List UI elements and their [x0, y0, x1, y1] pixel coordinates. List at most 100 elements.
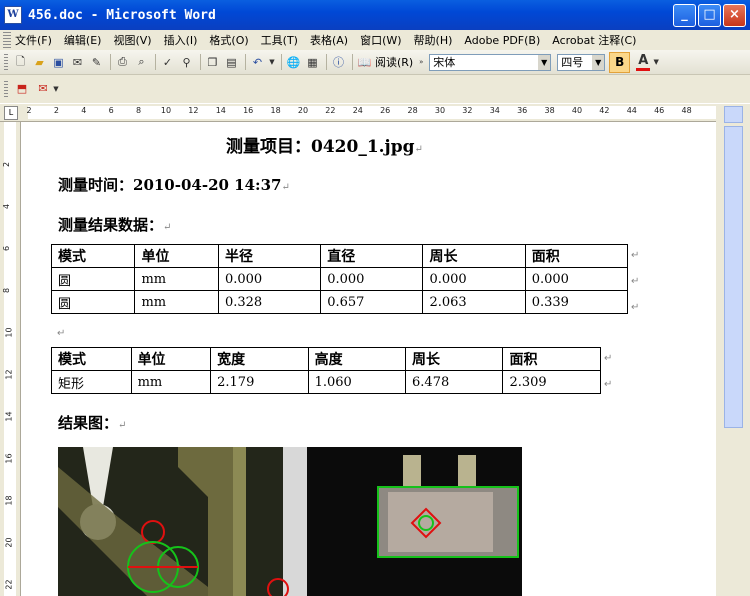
read-mode-icon[interactable]: 📖	[356, 54, 373, 71]
menu-grip-icon[interactable]	[3, 32, 11, 48]
font-size-select[interactable]: 四号 ▼	[557, 53, 606, 71]
chevron-down-icon[interactable]: ▼	[592, 54, 605, 70]
menu-tools[interactable]: 工具(T)	[261, 32, 298, 48]
vertical-scrollbar[interactable]	[716, 104, 750, 596]
menu-table[interactable]: 表格(A)	[310, 32, 348, 48]
word-app-icon[interactable]: W	[4, 6, 22, 24]
undo-icon[interactable]: ↶	[249, 54, 266, 71]
table-cell[interactable]: mm	[134, 267, 219, 291]
open-folder-icon[interactable]: ▰	[31, 54, 48, 71]
close-button[interactable]: ×	[723, 4, 746, 27]
convert-to-pdf-icon[interactable]: ⬒	[13, 80, 31, 98]
ruler-tick-label: 48	[681, 106, 692, 115]
menu-adobe-pdf[interactable]: Adobe PDF(B)	[464, 34, 540, 47]
ruler-tick-label: 20	[4, 537, 14, 548]
results-table-rectangle[interactable]: 模式 单位 宽度 高度 周长 面积 矩形 mm 2.179 1.060 6.47…	[51, 347, 601, 394]
menu-window[interactable]: 窗口(W)	[360, 32, 401, 48]
measure-time-line[interactable]: 测量时间：2010-04-20 14:37↵	[58, 174, 290, 195]
menu-insert[interactable]: 插入(I)	[164, 32, 198, 48]
vertical-ruler[interactable]: 2 4 6 8 10 12 14 16 18 20 22	[0, 122, 21, 596]
convert-and-email-pdf-icon[interactable]: ✉	[34, 80, 52, 98]
email-icon[interactable]: ✎	[88, 54, 105, 71]
result-image[interactable]	[58, 447, 522, 596]
table-cell[interactable]: 0.000	[320, 267, 424, 291]
spelling-icon[interactable]: ✓	[159, 54, 176, 71]
table-header-cell[interactable]: 周长	[422, 244, 526, 268]
help-icon[interactable]: ⓘ	[330, 54, 347, 71]
results-heading[interactable]: 测量结果数据：↵	[58, 214, 171, 235]
table-cell[interactable]: 1.060	[307, 370, 407, 394]
ruler-tick-label: 22	[325, 106, 336, 115]
font-color-button[interactable]: A	[636, 53, 651, 71]
table-header-cell[interactable]: 宽度	[210, 347, 309, 371]
insert-table-icon[interactable]: ▦	[304, 54, 321, 71]
table-header-cell[interactable]: 模式	[50, 244, 136, 268]
table-cell[interactable]: 圆	[50, 267, 136, 291]
table-header-cell[interactable]: 高度	[307, 347, 407, 371]
table-header-cell[interactable]: 半径	[217, 244, 322, 268]
horizontal-ruler[interactable]: L 2 2 4 6 8 10 12 14 16 18 20 22 24 26 28 30 32 34 36 38 40 4…	[0, 104, 716, 122]
table-header-cell[interactable]: 单位	[134, 244, 219, 268]
scrollbar-thumb[interactable]	[724, 126, 743, 428]
paste-icon[interactable]: ▤	[223, 54, 240, 71]
image-heading[interactable]: 结果图：↵	[58, 412, 126, 433]
minimize-button[interactable]: _	[673, 4, 696, 27]
new-document-icon[interactable]: 🗋	[12, 54, 29, 71]
table-header-cell[interactable]: 周长	[405, 347, 504, 371]
table-cell[interactable]: 0.339	[524, 290, 629, 314]
toolbar-options-icon[interactable]: ▼	[52, 81, 60, 98]
vertical-ruler-track[interactable]	[4, 122, 16, 596]
permission-icon[interactable]: ✉	[69, 54, 86, 71]
table-cell[interactable]: 0.328	[217, 290, 322, 314]
bold-button[interactable]: B	[609, 51, 631, 73]
font-name-select[interactable]: 宋体 ▼	[429, 53, 552, 71]
chevron-down-icon[interactable]: ▼	[538, 54, 551, 70]
table-header-cell[interactable]: 模式	[51, 347, 132, 371]
ruler-tick-label: 10	[4, 327, 14, 338]
read-mode-button[interactable]: 阅读(R)	[375, 54, 413, 70]
menu-file[interactable]: 文件(F)	[15, 32, 52, 48]
print-icon[interactable]: ⎙	[114, 54, 131, 71]
ruler-tick-label: 46	[654, 106, 665, 115]
copy-icon[interactable]: ❐	[204, 54, 221, 71]
scroll-up-button[interactable]	[724, 106, 743, 123]
menu-format[interactable]: 格式(O)	[209, 32, 248, 48]
undo-dropdown-icon[interactable]: ▼	[268, 54, 276, 71]
toolbar-options-icon[interactable]: »	[417, 54, 425, 71]
table-cell[interactable]: 0.657	[320, 290, 424, 314]
table-header-cell[interactable]: 直径	[320, 244, 424, 268]
table-cell[interactable]: 2.063	[422, 290, 526, 314]
table-cell[interactable]: 0.000	[217, 267, 322, 291]
ruler-track[interactable]	[28, 106, 716, 119]
menu-acrobat-comments[interactable]: Acrobat 注释(C)	[552, 32, 636, 48]
document-page[interactable]: 测量项目：0420_1.jpg↵ 测量时间：2010-04-20 14:37↵ …	[21, 122, 716, 596]
table-header-cell[interactable]: 面积	[502, 347, 601, 371]
table-header-cell[interactable]: 面积	[524, 244, 629, 268]
table-cell[interactable]: 矩形	[51, 370, 132, 394]
table-cell[interactable]: mm	[130, 370, 212, 394]
document-title[interactable]: 测量项目：0420_1.jpg↵	[226, 132, 423, 157]
table-cell[interactable]: 2.309	[502, 370, 601, 394]
save-icon[interactable]: ▣	[50, 54, 67, 71]
menu-help[interactable]: 帮助(H)	[414, 32, 453, 48]
table-cell[interactable]: 6.478	[405, 370, 504, 394]
print-preview-icon[interactable]: ⌕	[133, 54, 150, 71]
title-bar: W 456.doc - Microsoft Word _ □ ×	[0, 0, 750, 30]
table-header-cell[interactable]: 单位	[130, 347, 212, 371]
table-cell[interactable]: 0.000	[422, 267, 526, 291]
tab-stop-selector[interactable]: L	[4, 106, 18, 120]
table-cell[interactable]: 圆	[50, 290, 136, 314]
table-cell[interactable]: 0.000	[524, 267, 629, 291]
font-color-dropdown-icon[interactable]: ▼	[652, 54, 660, 71]
menu-edit[interactable]: 编辑(E)	[64, 32, 102, 48]
research-icon[interactable]: ⚲	[178, 54, 195, 71]
maximize-button[interactable]: □	[698, 4, 721, 27]
hyperlink-icon[interactable]: 🌐	[285, 54, 302, 71]
table-cell[interactable]: 2.179	[210, 370, 309, 394]
table-cell[interactable]: mm	[134, 290, 219, 314]
menu-view[interactable]: 视图(V)	[113, 32, 151, 48]
toolbar-grip-icon[interactable]	[4, 81, 8, 97]
results-table-circle[interactable]: 模式 单位 半径 直径 周长 面积 圆 mm 0.000 0.000 0.000…	[50, 244, 629, 314]
toolbar-separator	[155, 54, 156, 70]
toolbar-grip-icon[interactable]	[4, 54, 8, 70]
